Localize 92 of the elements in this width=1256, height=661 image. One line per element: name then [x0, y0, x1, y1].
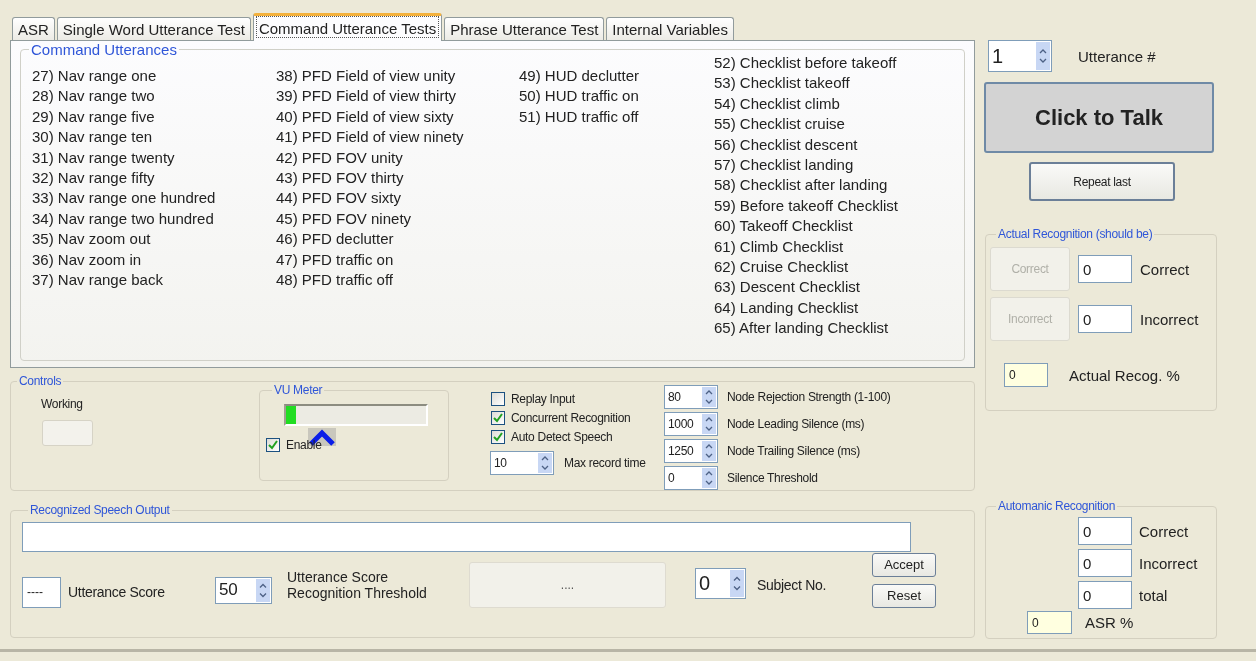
field-label: Silence Threshold: [727, 471, 818, 485]
tab[interactable]: Phrase Utterance Test: [444, 17, 605, 40]
number-spinner[interactable]: 1250: [664, 439, 718, 463]
field-label: Subject No.: [757, 577, 827, 593]
command-item: 44) PFD FOV sixty: [276, 188, 403, 209]
percent-field: 0: [1027, 611, 1072, 634]
group-title: Command Utterances: [31, 41, 177, 58]
number-spinner[interactable]: 1: [988, 40, 1052, 72]
field-label: Max record time: [564, 456, 646, 470]
command-item: 32) Nav range fifty: [32, 168, 156, 189]
count-field: 0: [1078, 549, 1132, 577]
command-item: 37) Nav range back: [32, 270, 164, 291]
percent-field: 0: [1004, 363, 1048, 387]
command-item: 35) Nav zoom out: [32, 229, 152, 250]
group-title: Controls: [19, 374, 62, 388]
tab[interactable]: Single Word Utterance Test: [56, 17, 251, 40]
command-item: 45) PFD FOV ninety: [276, 208, 413, 229]
command-item: 48) PFD traffic off: [276, 270, 394, 291]
number-spinner[interactable]: 0: [664, 466, 718, 490]
field-label: Node Trailing Silence (ms): [727, 444, 860, 458]
command-item: 63) Descent Checklist: [714, 277, 861, 298]
command-item: 42) PFD FOV unity: [276, 147, 404, 168]
command-item: 56) Checklist descent: [714, 134, 859, 155]
number-spinner[interactable]: 1000: [664, 412, 718, 436]
command-item: 47) PFD traffic on: [276, 249, 395, 270]
field-label: Correct: [1140, 260, 1190, 278]
command-item: 65) After landing Checklist: [714, 318, 890, 339]
tab[interactable]: Command Utterance Tests: [252, 13, 443, 41]
number-spinner[interactable]: 50: [215, 576, 272, 604]
command-item: 28) Nav range two: [32, 86, 156, 107]
count-field: 0: [1078, 581, 1132, 609]
number-spinner[interactable]: 10: [490, 451, 554, 475]
command-item: 51) HUD traffic off: [519, 106, 640, 127]
command-item: 31) Nav range twenty: [32, 147, 176, 168]
group-title: VU Meter: [274, 383, 323, 397]
command-item: 46) PFD declutter: [276, 229, 395, 250]
command-item: 58) Checklist after landing: [714, 175, 889, 196]
command-item: 34) Nav range two hundred: [32, 208, 215, 229]
field-label: ASR %: [1085, 614, 1134, 631]
command-item: 55) Checklist cruise: [714, 114, 846, 135]
field-label: total: [1139, 586, 1168, 604]
number-spinner[interactable]: 80: [664, 385, 718, 409]
count-field: 0: [1078, 517, 1132, 545]
checkbox[interactable]: Auto Detect Speech: [491, 430, 613, 444]
count-field: 0: [1078, 305, 1132, 333]
count-field: 0: [1078, 255, 1132, 283]
repeat-button[interactable]: Repeat last: [1029, 162, 1175, 201]
field-label: Correct: [1139, 522, 1189, 540]
tab[interactable]: Internal Variables: [606, 17, 734, 40]
field-label: Node Rejection Strength (1-100): [727, 390, 891, 404]
command-item: 61) Climb Checklist: [714, 236, 845, 257]
command-item: 30) Nav range ten: [32, 127, 154, 148]
field-label: Incorrect: [1139, 554, 1198, 572]
command-item: 41) PFD Field of view ninety: [276, 127, 465, 148]
command-item: 52) Checklist before takeoff: [714, 53, 898, 73]
command-item: 50) HUD traffic on: [519, 86, 640, 107]
field-label: Actual Recog. %: [1069, 366, 1180, 384]
checkbox[interactable]: Enable: [266, 438, 336, 452]
field-label: Utterance Score Recognition Threshold: [287, 569, 428, 601]
talk-button[interactable]: Click to Talk: [984, 82, 1214, 153]
score-field: ----: [22, 576, 61, 608]
command-item: 29) Nav range five: [32, 106, 156, 127]
group-title: Recognized Speech Output: [30, 503, 170, 517]
group-title: Automanic Recognition: [998, 499, 1116, 513]
result-display: ....: [469, 562, 666, 608]
group-title: Actual Recognition (should be): [998, 227, 1153, 241]
number-spinner[interactable]: 0: [695, 567, 746, 599]
command-item: 43) PFD FOV thirty: [276, 168, 405, 189]
field-label: Node Leading Silence (ms): [727, 417, 865, 431]
field-label: Utterance Score: [68, 584, 166, 600]
command-item: 54) Checklist climb: [714, 93, 841, 114]
action-button[interactable]: Reset: [872, 583, 937, 608]
field-label: Utterance #: [1078, 47, 1156, 65]
command-item: 39) PFD Field of view thirty: [276, 86, 458, 107]
command-item: 62) Cruise Checklist: [714, 257, 850, 278]
command-item: 33) Nav range one hundred: [32, 188, 217, 209]
tab[interactable]: ASR: [12, 17, 55, 40]
status-label: Working: [41, 397, 84, 411]
command-item: 38) PFD Field of view unity: [276, 66, 457, 86]
command-item: 64) Landing Checklist: [714, 297, 860, 318]
command-item: 49) HUD declutter: [519, 66, 641, 86]
command-item: 57) Checklist landing: [714, 155, 855, 176]
action-button[interactable]: Accept: [872, 552, 937, 577]
field-label: Incorrect: [1140, 310, 1199, 328]
command-item: 40) PFD Field of view sixty: [276, 106, 455, 127]
command-item: 36) Nav zoom in: [32, 249, 143, 270]
checkbox[interactable]: Concurrent Recognition: [491, 411, 631, 425]
command-item: 27) Nav range one: [32, 66, 158, 86]
command-item: 60) Takeoff Checklist: [714, 216, 854, 237]
command-item: 59) Before takeoff Checklist: [714, 195, 899, 216]
checkbox[interactable]: Replay Input: [491, 392, 575, 406]
command-item: 53) Checklist takeoff: [714, 73, 851, 94]
